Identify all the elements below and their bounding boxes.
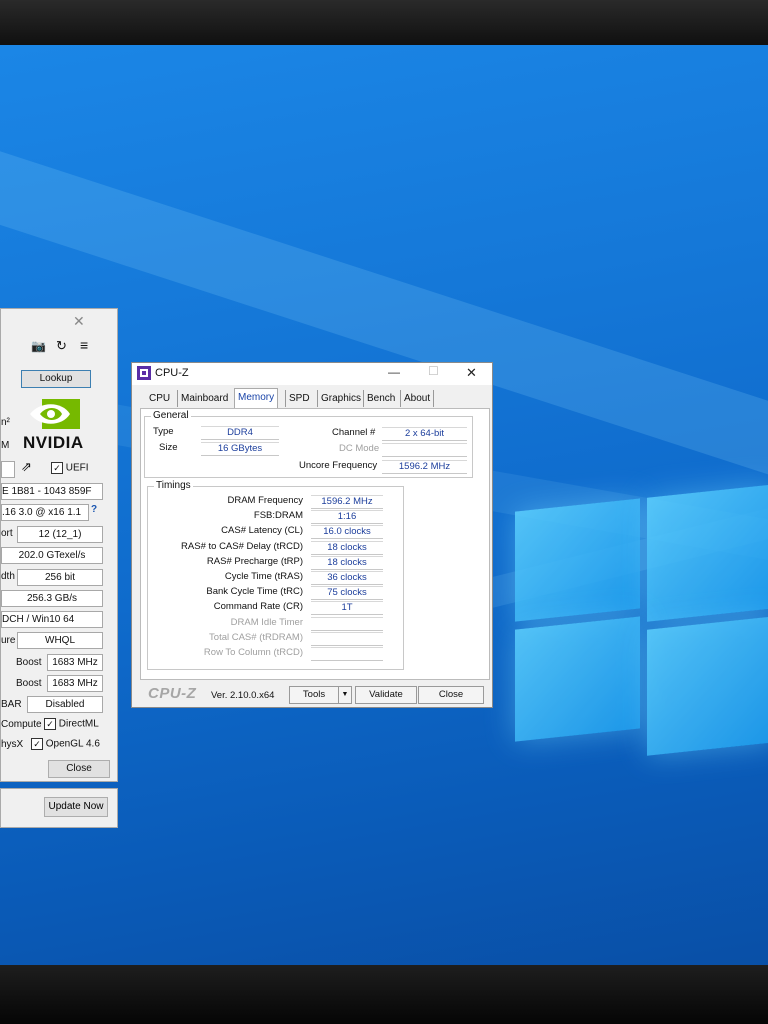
timing-value: 16.0 clocks xyxy=(311,525,383,540)
timing-value: 18 clocks xyxy=(311,555,383,570)
cpuz-title: CPU-Z xyxy=(155,367,189,379)
channel-value: 2 x 64-bit xyxy=(382,427,467,441)
boost-label: Boost xyxy=(16,678,42,689)
timing-value: 1:16 xyxy=(311,510,383,525)
opengl-checkbox[interactable]: ✓ OpenGL 4.6 xyxy=(31,738,100,750)
timing-value: 1596.2 MHz xyxy=(311,495,383,509)
tab-cpu[interactable]: CPU xyxy=(146,390,173,407)
bandwidth-field: 256.3 GB/s xyxy=(1,590,103,607)
timing-value: 1T xyxy=(311,601,383,616)
share-icon[interactable]: ⇗ xyxy=(21,459,32,475)
general-group: General Type DDR4 Size 16 GBytes Channel… xyxy=(144,410,473,478)
timing-value: 75 clocks xyxy=(311,586,383,601)
dc-mode-label: DC Mode xyxy=(339,443,380,454)
nvidia-brand: NVIDIA xyxy=(23,433,84,452)
version-text: Ver. 2.10.0.x64 xyxy=(211,690,275,701)
maximize-icon: ☐ xyxy=(428,364,439,378)
type-value: DDR4 xyxy=(201,426,279,440)
lookup-button[interactable]: Lookup xyxy=(21,370,91,388)
monitor-bezel-bottom xyxy=(0,965,768,1024)
tools-dropdown-arrow[interactable]: ▼ xyxy=(338,686,352,704)
help-icon[interactable]: ? xyxy=(91,504,97,515)
timing-value xyxy=(311,631,383,646)
bios-version-field: E 1B81 - 1043 859F xyxy=(1,483,103,500)
gpuz-close-button[interactable]: Close xyxy=(48,760,110,778)
resizable-bar-label: BAR xyxy=(1,699,22,710)
monitor-bezel-top xyxy=(0,0,768,50)
signature-field: WHQL xyxy=(17,632,103,649)
tab-bench[interactable]: Bench xyxy=(363,390,398,407)
channel-label: Channel # xyxy=(332,427,376,438)
dc-mode-value xyxy=(382,443,467,457)
resizable-bar-field: Disabled xyxy=(27,696,103,713)
boost-label: Boost xyxy=(16,657,42,668)
timing-label: RAS# to CAS# Delay (tRCD) xyxy=(181,540,303,552)
directml-checkbox[interactable]: ✓ DirectML xyxy=(44,718,99,730)
timing-value: 36 clocks xyxy=(311,571,383,585)
cpuz-window: CPU-Z — ☐ ✕ CPU Mainboard Memory SPD Gra… xyxy=(131,362,493,708)
minimize-icon[interactable]: — xyxy=(388,365,400,379)
fillrate-field: 202.0 GTexel/s xyxy=(1,547,103,564)
gpuz-update-window: Update Now xyxy=(0,788,118,828)
timing-label: DRAM Frequency xyxy=(227,495,304,506)
cpuz-brand: CPU-Z xyxy=(148,685,197,702)
general-title: General xyxy=(151,410,191,421)
cpuz-footer: CPU-Z Ver. 2.10.0.x64 Tools ▼ Validate C… xyxy=(132,681,492,707)
refresh-icon[interactable]: ↻ xyxy=(56,338,67,354)
cpuz-titlebar[interactable]: CPU-Z — ☐ ✕ xyxy=(132,363,492,385)
timing-value: 18 clocks xyxy=(311,540,383,555)
driver-field: DCH / Win10 64 xyxy=(1,611,103,628)
timings-group: Timings DRAM Frequency 1596.2 MHz FSB:DRAM… xyxy=(147,480,404,670)
compute-label: Compute xyxy=(1,719,42,730)
timing-value xyxy=(311,647,383,661)
windows-logo xyxy=(515,475,768,765)
type-label: Type xyxy=(153,426,174,437)
close-icon[interactable]: ✕ xyxy=(73,313,85,330)
rops-label: ort xyxy=(1,528,13,539)
validate-button[interactable]: Validate xyxy=(355,686,417,704)
close-icon[interactable]: ✕ xyxy=(466,365,477,381)
timing-label: DRAM Idle Timer xyxy=(230,616,303,628)
partial-label: n² xyxy=(1,417,10,428)
tools-button[interactable]: Tools xyxy=(289,686,339,704)
timing-label: FSB:DRAM xyxy=(253,510,303,522)
rops-field: 12 (12_1) xyxy=(17,526,103,543)
tab-memory[interactable]: Memory xyxy=(234,388,279,408)
boost-field: 1683 MHz xyxy=(47,675,103,692)
cpuz-app-icon xyxy=(137,366,151,380)
timing-label: Total CAS# (tRDRAM) xyxy=(209,631,303,643)
camera-icon[interactable]: 📷 xyxy=(31,339,46,353)
timing-label: Cycle Time (tRAS) xyxy=(224,571,303,582)
uncore-value: 1596.2 MHz xyxy=(382,460,467,474)
uncore-label: Uncore Frequency xyxy=(299,460,378,471)
memory-panel: General Type DDR4 Size 16 GBytes Channel… xyxy=(140,408,490,680)
gpuz-window: ✕ 📷 ↻ ≡ Lookup n² M NVIDIA ⇗ ✓ UEFI E 1B… xyxy=(0,308,118,782)
size-label: Size xyxy=(159,442,178,453)
partial-label: M xyxy=(1,440,10,451)
timing-label: Command Rate (CR) xyxy=(213,601,303,613)
physx-label: hysX xyxy=(1,739,24,750)
timing-label: RAS# Precharge (tRP) xyxy=(206,555,303,567)
timing-value xyxy=(311,616,383,631)
uefi-checkbox[interactable]: ✓ UEFI xyxy=(51,462,89,474)
tab-graphics[interactable]: Graphics xyxy=(317,390,364,407)
field-box xyxy=(1,461,15,478)
size-value: 16 GBytes xyxy=(201,442,279,456)
timing-label: Row To Column (tRCD) xyxy=(203,647,303,658)
tab-spd[interactable]: SPD xyxy=(285,390,313,407)
timings-title: Timings xyxy=(154,480,193,491)
close-button[interactable]: Close xyxy=(418,686,484,704)
bus-width-field: 256 bit xyxy=(17,569,103,586)
tab-mainboard[interactable]: Mainboard xyxy=(177,390,231,407)
signature-label: ure xyxy=(1,635,16,646)
tab-about[interactable]: About xyxy=(400,390,435,407)
timing-label: Bank Cycle Time (tRC) xyxy=(206,586,303,598)
timing-label: CAS# Latency (CL) xyxy=(221,525,303,537)
nvidia-logo xyxy=(30,399,80,429)
update-now-button[interactable]: Update Now xyxy=(44,797,108,817)
boost-field: 1683 MHz xyxy=(47,654,103,671)
bus-width-label: dth xyxy=(1,571,15,582)
menu-icon[interactable]: ≡ xyxy=(80,337,88,353)
bus-interface-field: .16 3.0 @ x16 1.1 xyxy=(1,504,89,521)
